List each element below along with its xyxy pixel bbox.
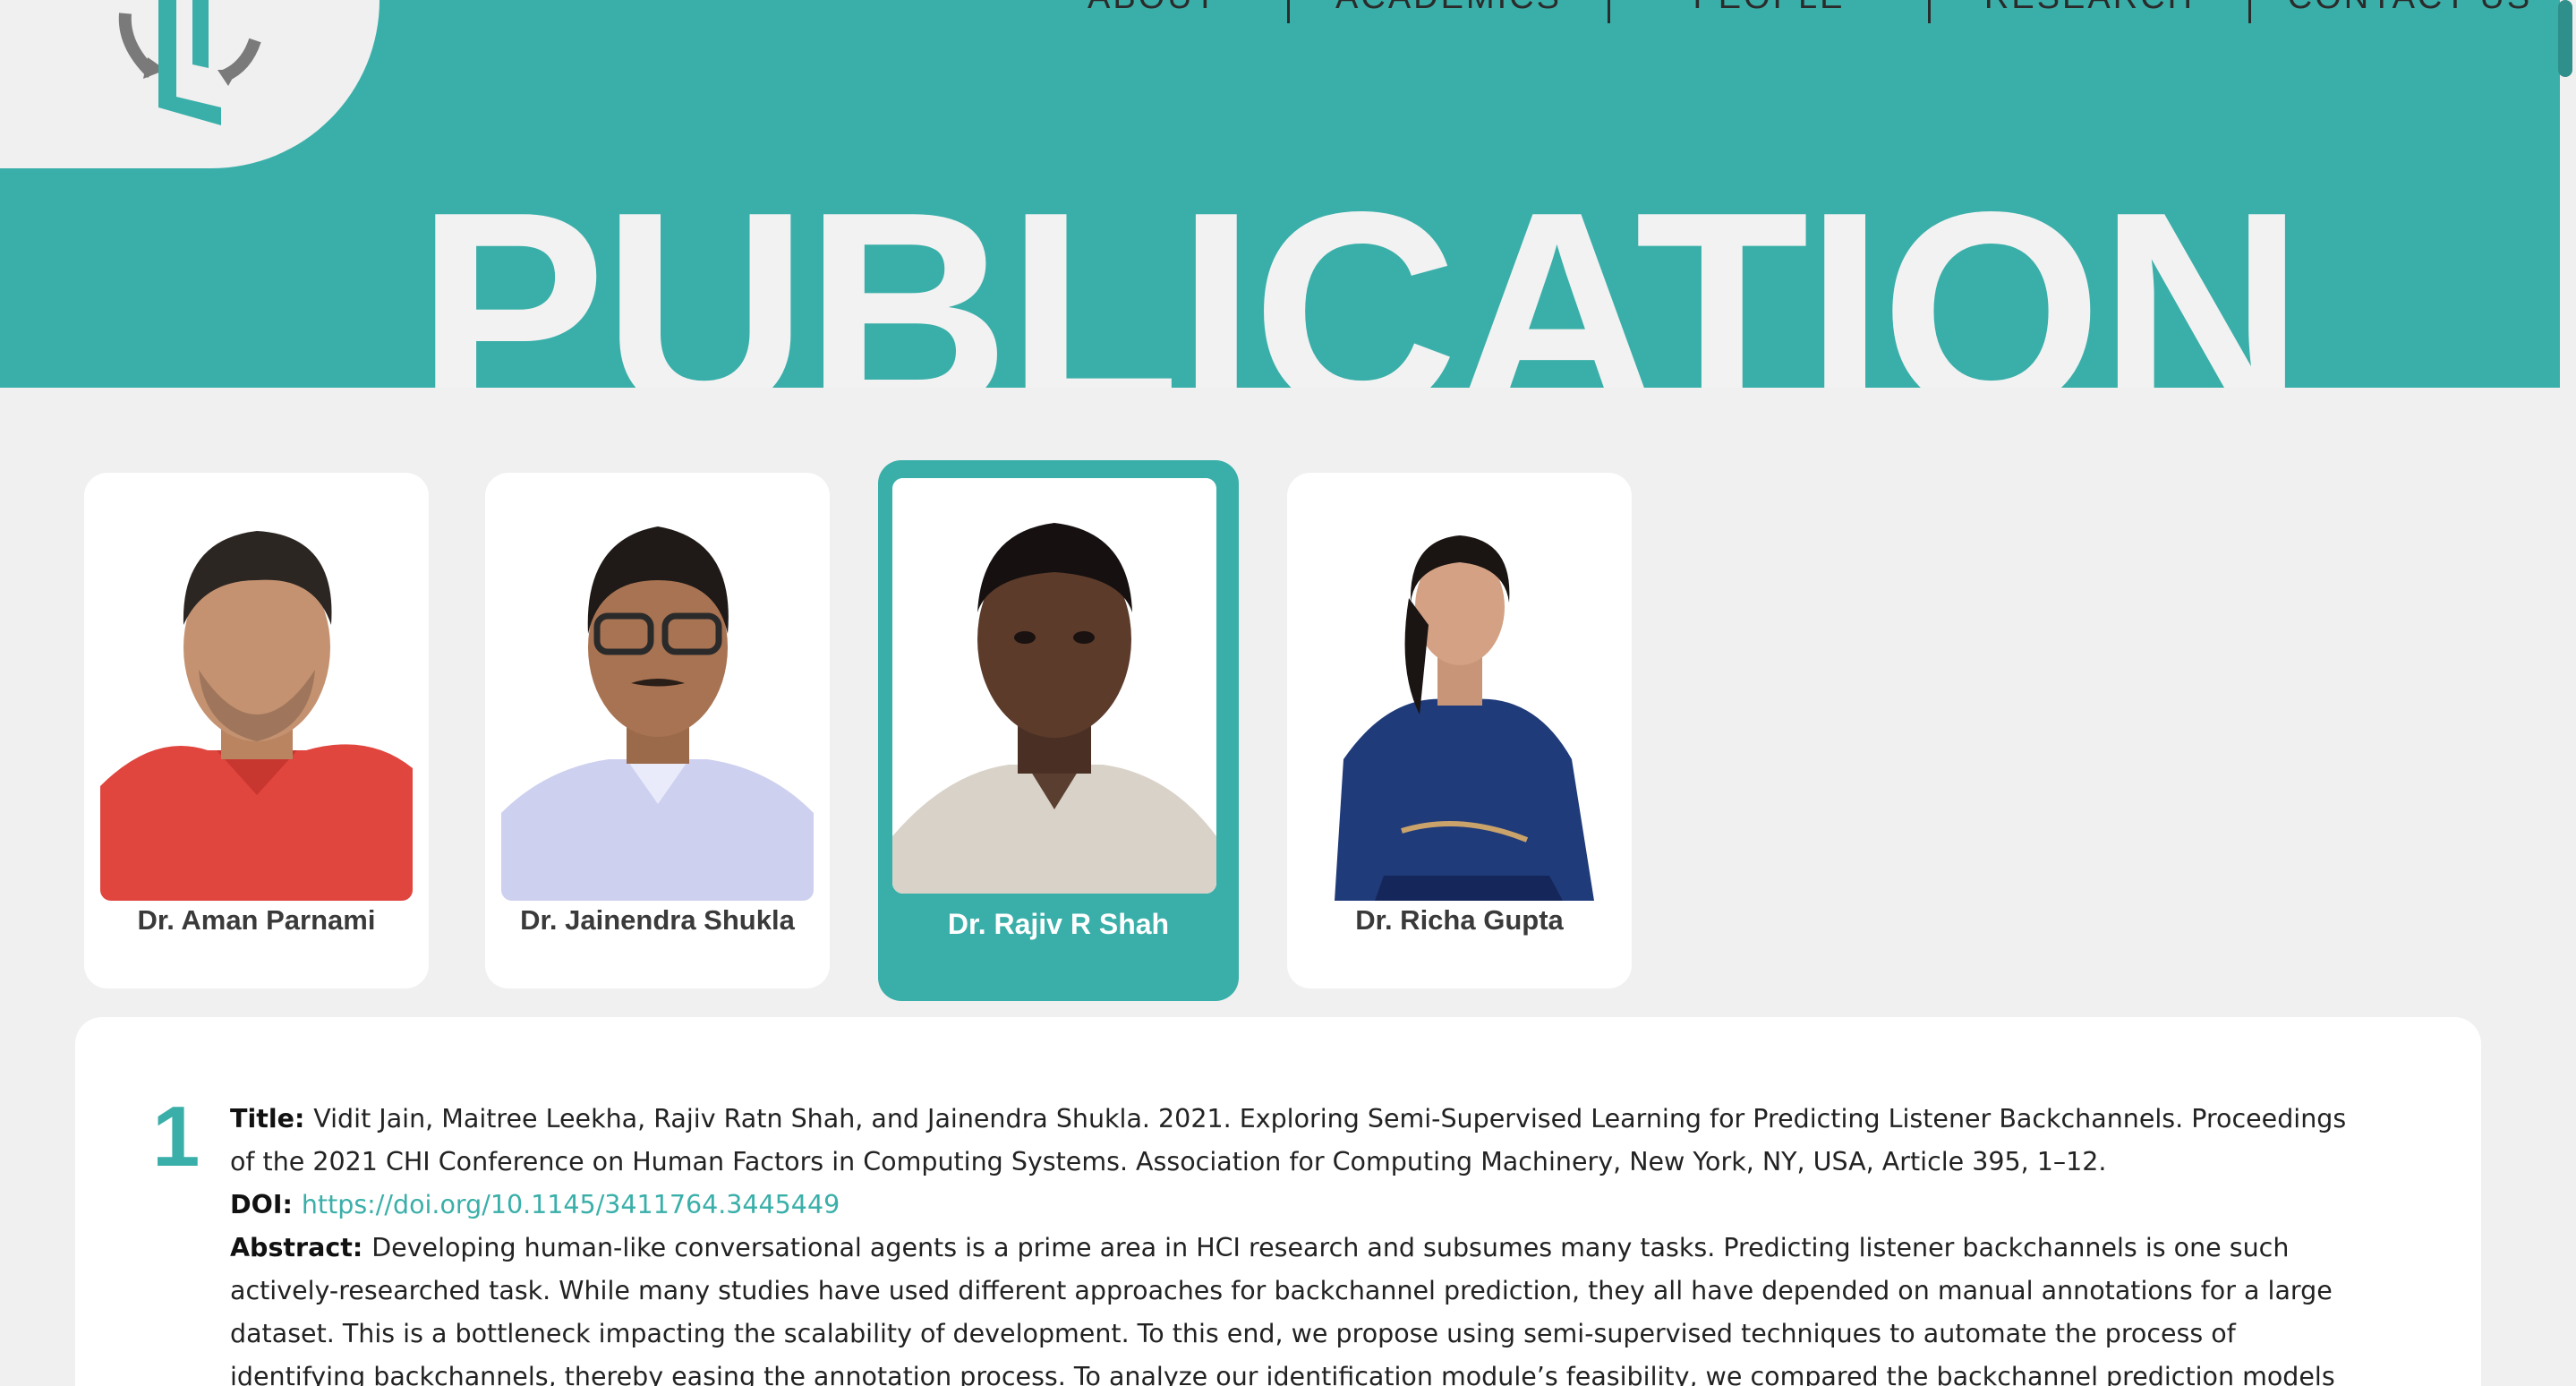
publication-entry: Title: Vidit Jain, Maitree Leekha, Rajiv…: [230, 1098, 2468, 1386]
faculty-photo: [892, 478, 1216, 894]
faculty-photo: [100, 491, 413, 901]
header-banner: ABOUT ACADEMICS PEOPLE RESEARCH CONTACT …: [0, 0, 2560, 388]
faculty-card-richa-gupta[interactable]: Dr. Richa Gupta: [1287, 473, 1632, 988]
publication-panel: 1 Title: Vidit Jain, Maitree Leekha, Raj…: [75, 1017, 2481, 1386]
faculty-card-rajiv-r-shah[interactable]: Dr. Rajiv R Shah: [878, 460, 1239, 1001]
nav-about-link[interactable]: ABOUT: [1019, 0, 1287, 17]
publication-title-text: Vidit Jain, Maitree Leekha, Rajiv Ratn S…: [313, 1104, 2347, 1134]
publication-abstract-line: Abstract: Developing human-like conversa…: [230, 1227, 2468, 1270]
faculty-photo: [501, 491, 814, 901]
abstract-text: Developing human-like conversational age…: [371, 1233, 2290, 1262]
abstract-text: identifying backchannels, thereby easing…: [230, 1362, 2335, 1386]
scrollbar-thumb[interactable]: [2558, 0, 2572, 77]
abstract-text: dataset. This is a bottleneck impacting …: [230, 1319, 2236, 1348]
faculty-name: Dr. Jainendra Shukla: [520, 904, 795, 936]
abstract-label: Abstract: [230, 1233, 353, 1262]
nav-research-link[interactable]: RESEARCH: [1931, 0, 2248, 17]
doi-link[interactable]: https://doi.org/10.1145/3411764.3445449: [302, 1190, 840, 1219]
faculty-card-aman-parnami[interactable]: Dr. Aman Parnami: [84, 473, 429, 988]
nav-contact-link[interactable]: CONTACT US: [2251, 0, 2560, 17]
label-colon: :: [282, 1190, 302, 1219]
faculty-photo: [1303, 491, 1616, 901]
logo-container[interactable]: [0, 0, 380, 168]
publication-title-text: of the 2021 CHI Conference on Human Fact…: [230, 1147, 2107, 1176]
faculty-name: Dr. Richa Gupta: [1355, 904, 1564, 936]
nav-academics-link[interactable]: ACADEMICS: [1290, 0, 1608, 17]
main-navigation: ABOUT ACADEMICS PEOPLE RESEARCH CONTACT …: [1019, 0, 2560, 23]
label-colon: :: [352, 1233, 372, 1262]
doi-label: DOI: [230, 1190, 283, 1219]
publication-doi-line: DOI: https://doi.org/10.1145/3411764.344…: [230, 1184, 2468, 1227]
university-logo-icon: [118, 0, 261, 125]
abstract-text: actively-researched task. While many stu…: [230, 1276, 2333, 1305]
title-label: Title: [230, 1104, 294, 1134]
publication-number: 1: [152, 1089, 200, 1185]
publication-title-line: Title: Vidit Jain, Maitree Leekha, Rajiv…: [230, 1098, 2468, 1141]
label-colon: :: [294, 1104, 314, 1134]
nav-people-link[interactable]: PEOPLE: [1610, 0, 1928, 17]
faculty-card-jainendra-shukla[interactable]: Dr. Jainendra Shukla: [485, 473, 830, 988]
page-title: PUBLICATION: [416, 153, 2304, 389]
faculty-name: Dr. Aman Parnami: [137, 904, 376, 936]
faculty-name: Dr. Rajiv R Shah: [947, 908, 1170, 940]
page: ABOUT ACADEMICS PEOPLE RESEARCH CONTACT …: [0, 0, 2576, 1386]
